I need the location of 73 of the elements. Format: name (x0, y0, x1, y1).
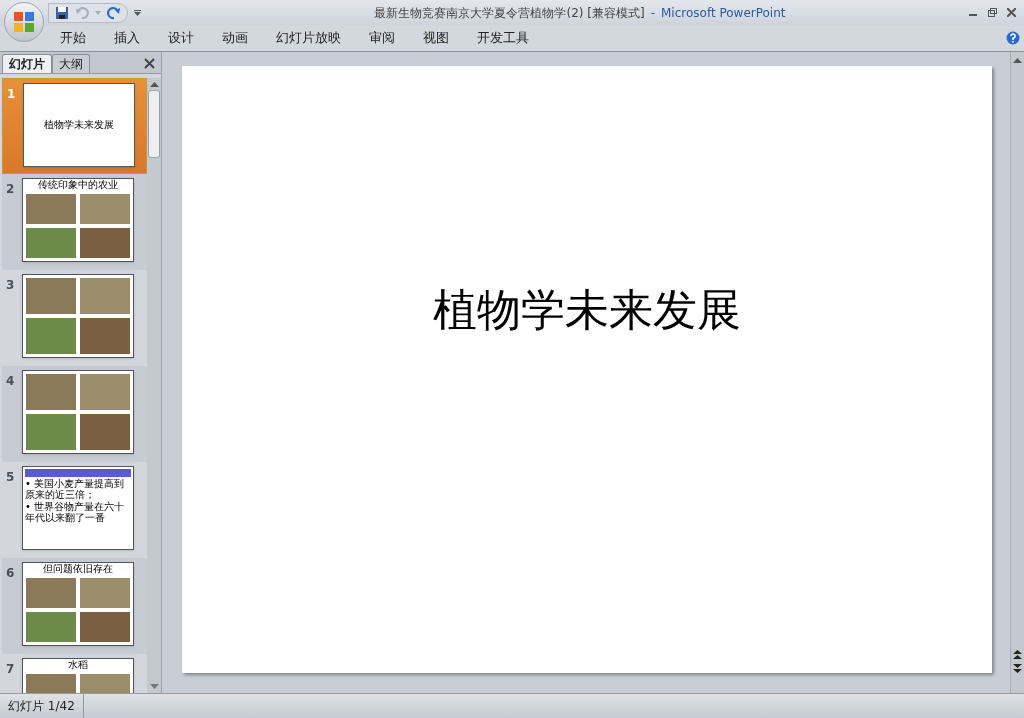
title-separator: - (650, 4, 655, 22)
scroll-down-icon[interactable] (149, 684, 159, 689)
photo-placeholder (25, 193, 77, 225)
slide-thumbnail[interactable]: 植物学未来发展 (23, 83, 135, 167)
slide-number: 2 (6, 181, 16, 198)
photo-placeholder (79, 373, 131, 411)
scrollbar[interactable] (1010, 52, 1024, 693)
office-button[interactable] (4, 2, 44, 42)
ribbon-tab[interactable]: 幻灯片放映 (276, 28, 341, 48)
slide-thumbnail[interactable]: 但问题依旧存在 (22, 562, 134, 646)
close-icon[interactable] (1007, 8, 1016, 17)
slide-thumbnail-item[interactable]: 6 但问题依旧存在 (2, 558, 147, 654)
ribbon-tab[interactable]: 设计 (168, 28, 194, 48)
photo-placeholder (79, 577, 131, 609)
save-icon[interactable] (55, 5, 69, 20)
scroll-up-icon[interactable] (149, 82, 159, 87)
window-title: 最新生物竞赛南京大学夏令营植物学(2) [兼容模式] (374, 4, 645, 22)
photo-placeholder (25, 611, 77, 643)
photo-placeholder (25, 577, 77, 609)
slide-thumbnail[interactable]: • 美国小麦产量提高到原来的近三倍； • 世界谷物产量在六十年代以来翻了一番 (22, 466, 134, 550)
help-icon[interactable] (1006, 31, 1020, 45)
slide-title: 水稻 (67, 659, 89, 671)
slide-number: 7 (6, 661, 16, 678)
ribbon-tab[interactable]: 审阅 (369, 28, 395, 48)
restore-icon[interactable] (988, 8, 997, 17)
ribbon-tab[interactable]: 插入 (114, 28, 140, 48)
office-logo-icon (13, 11, 35, 33)
photo-placeholder (25, 227, 77, 259)
redo-icon[interactable] (107, 5, 121, 20)
slide-number: 3 (6, 277, 16, 294)
photo-placeholder (25, 373, 77, 411)
slide-bullet: • 世界谷物产量在六十年代以来翻了一番 (25, 501, 126, 523)
photo-placeholder (79, 227, 131, 259)
slide-thumbnail[interactable] (22, 274, 134, 358)
slide-canvas[interactable]: 植物学未来发展 (182, 66, 992, 673)
customize-toolbar-icon[interactable] (134, 9, 141, 16)
panel-tab[interactable]: 大纲 (52, 54, 90, 73)
panel-tab[interactable]: 幻灯片 (2, 54, 52, 73)
close-icon[interactable] (144, 58, 155, 69)
ribbon-tab[interactable]: 视图 (423, 28, 449, 48)
slide-counter: 幻灯片 1/42 (0, 694, 84, 718)
slide-number: 5 (6, 469, 16, 486)
slide-thumbnail[interactable]: 传统印象中的农业 (22, 178, 134, 262)
slide-thumbnail-item[interactable]: 4 (2, 366, 147, 462)
photo-placeholder (25, 317, 77, 355)
scrollbar[interactable] (147, 78, 161, 693)
slide-number: 4 (6, 373, 16, 390)
slide-thumbnail-item[interactable]: 1 植物学未来发展 (2, 78, 147, 174)
photo-placeholder (79, 611, 131, 643)
photo-placeholder (79, 277, 131, 315)
slide-thumbnail[interactable] (22, 370, 134, 454)
slide-bullet: • 美国小麦产量提高到原来的近三倍； (25, 478, 126, 500)
photo-placeholder (79, 317, 131, 355)
ribbon-tab[interactable]: 开发工具 (477, 28, 529, 48)
slide-number: 6 (6, 565, 16, 582)
photo-placeholder (79, 413, 131, 451)
slide-title: 传统印象中的农业 (37, 179, 119, 191)
slide-title[interactable]: 植物学未来发展 (433, 276, 741, 343)
slide-thumbnail[interactable]: 水稻 (22, 658, 134, 693)
slide-title: 但问题依旧存在 (42, 563, 114, 575)
slide-thumbnail-item[interactable]: 2 传统印象中的农业 (2, 174, 147, 270)
photo-placeholder (25, 277, 77, 315)
photo-placeholder (79, 193, 131, 225)
photo-placeholder (25, 413, 77, 451)
scroll-thumb[interactable] (148, 90, 160, 158)
scroll-up-icon[interactable] (1013, 58, 1022, 63)
previous-slide-icon[interactable] (1013, 650, 1022, 660)
slide-number: 1 (7, 86, 17, 103)
app-name: Microsoft PowerPoint (661, 4, 786, 22)
next-slide-icon[interactable] (1013, 663, 1022, 673)
slide-title: 植物学未来发展 (44, 120, 114, 130)
ribbon-tab[interactable]: 开始 (60, 28, 86, 48)
ribbon-tab[interactable]: 动画 (222, 28, 248, 48)
